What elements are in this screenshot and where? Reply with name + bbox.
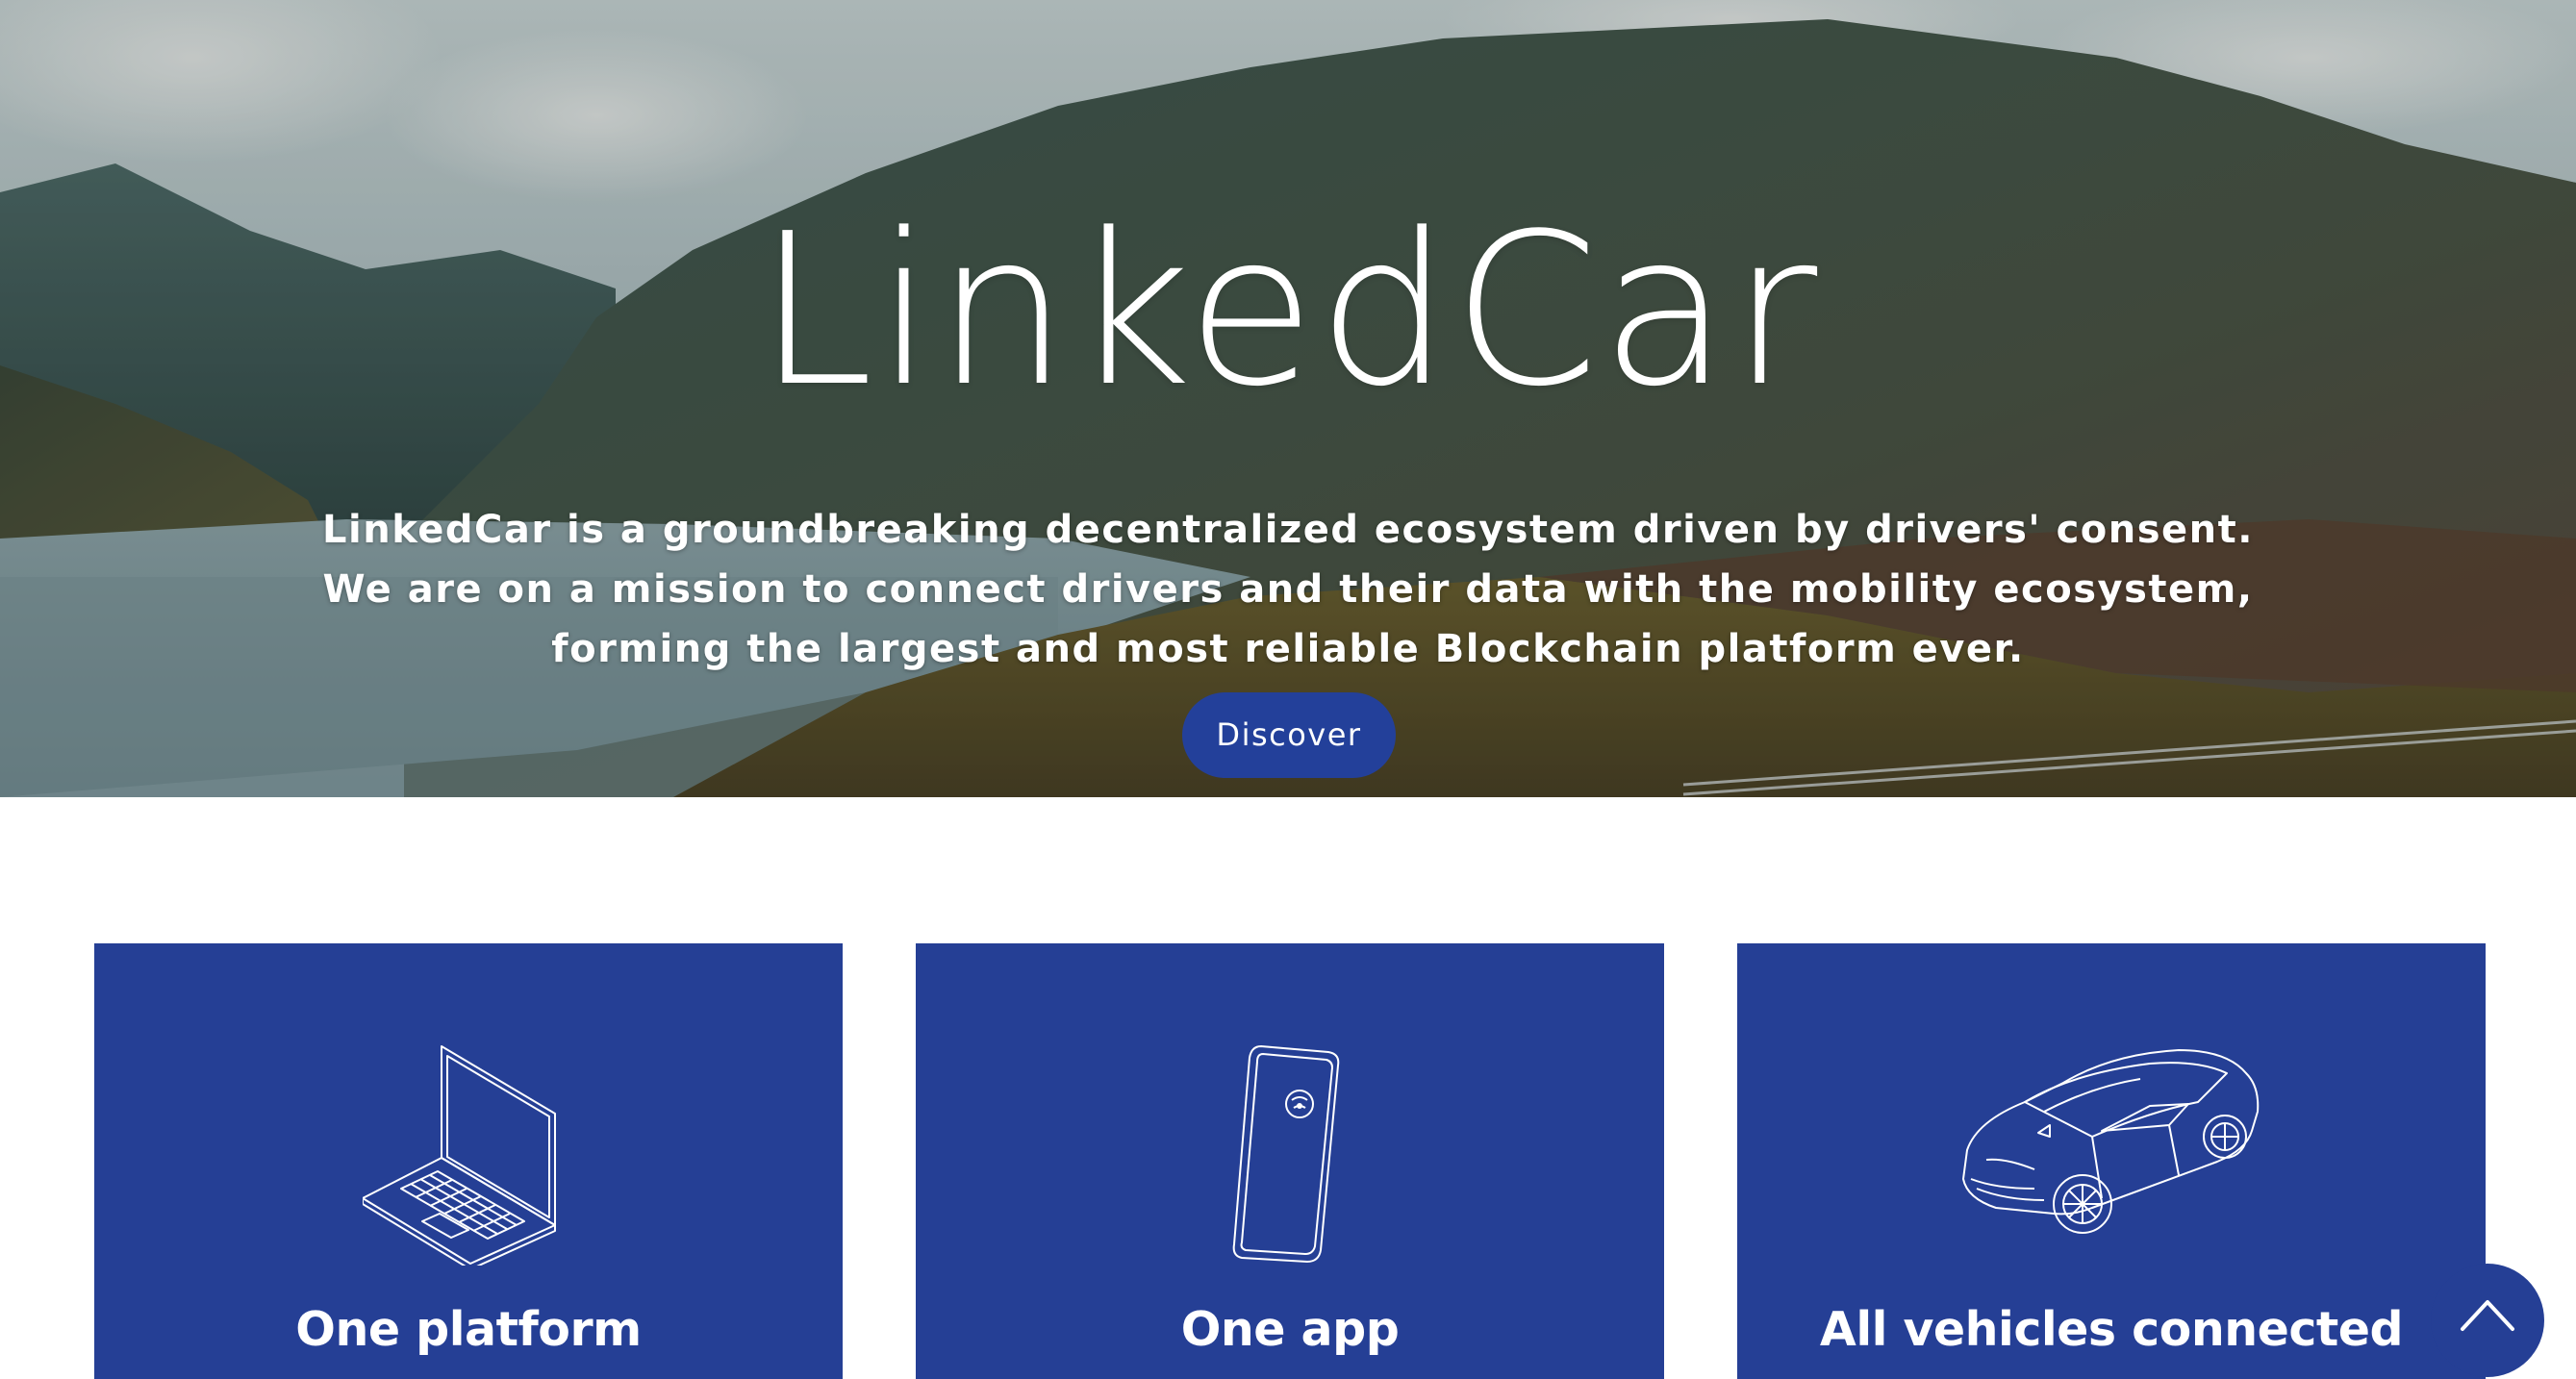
tagline-line: We are on a mission to connect drivers a… (322, 567, 2254, 612)
discover-button[interactable]: Discover (1182, 692, 1396, 778)
card-title: One app (1180, 1302, 1400, 1357)
car-icon (1962, 1049, 2260, 1234)
card-icon-wrap (916, 1044, 1664, 1266)
feature-card-one-app: One app (916, 943, 1664, 1379)
hero-content: LinkedCar LinkedCar is a groundbreaking … (0, 0, 2576, 797)
hero-tagline: LinkedCar is a groundbreaking decentrali… (289, 500, 2287, 679)
card-title: One platform (295, 1302, 642, 1357)
card-title: All vehicles connected (1819, 1302, 2404, 1357)
feature-card-all-vehicles: All vehicles connected (1737, 943, 2486, 1379)
feature-card-one-platform: One platform (94, 943, 843, 1379)
logo-linkedcar: LinkedCar (756, 189, 1820, 433)
tagline-line: forming the largest and most reliable Bl… (551, 627, 2025, 671)
tagline-line: LinkedCar is a groundbreaking decentrali… (322, 508, 2254, 552)
scroll-to-top-button[interactable] (2431, 1264, 2544, 1377)
card-icon-wrap (1737, 1044, 2486, 1266)
chevron-up-icon (2461, 1300, 2514, 1331)
card-icon-wrap (94, 1044, 843, 1266)
smartphone-icon (1232, 1045, 1340, 1263)
hero-section: LinkedCar LinkedCar is a groundbreaking … (0, 0, 2576, 797)
laptop-icon (363, 1045, 556, 1266)
